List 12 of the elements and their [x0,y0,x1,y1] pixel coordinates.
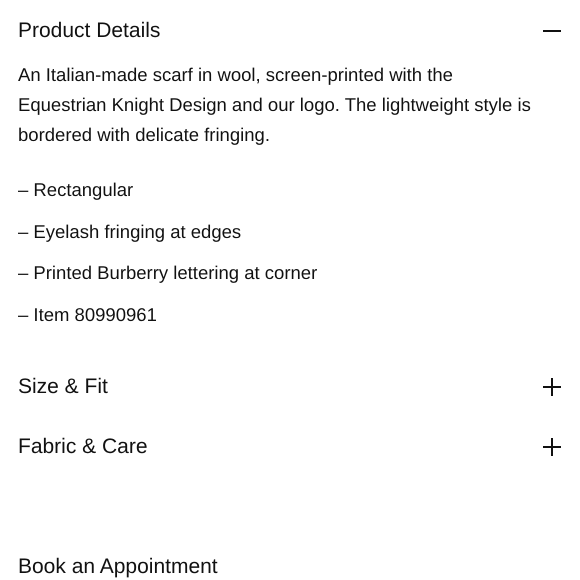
accordion-header[interactable]: Size & Fit [18,357,562,417]
plus-icon [543,378,561,396]
product-description: An Italian-made scarf in wool, screen-printed with the Equestrian Knight Design and our logo. The lightweight style is bordered with delicate fringing. [18,63,532,147]
detail-item: – Printed Burberry lettering at corner [18,261,318,285]
detail-item: – Eyelash fringing at edges [18,220,242,244]
accordion-header[interactable]: Product Details [18,16,562,46]
minus-icon [543,30,561,32]
detail-item: – Rectangular [18,178,134,202]
detail-item: – Item 80990961 [18,302,158,326]
plus-icon [543,438,561,456]
accordion-header[interactable]: Fabric & Care [18,417,562,477]
section-heading: Book an Appointment [18,555,219,579]
